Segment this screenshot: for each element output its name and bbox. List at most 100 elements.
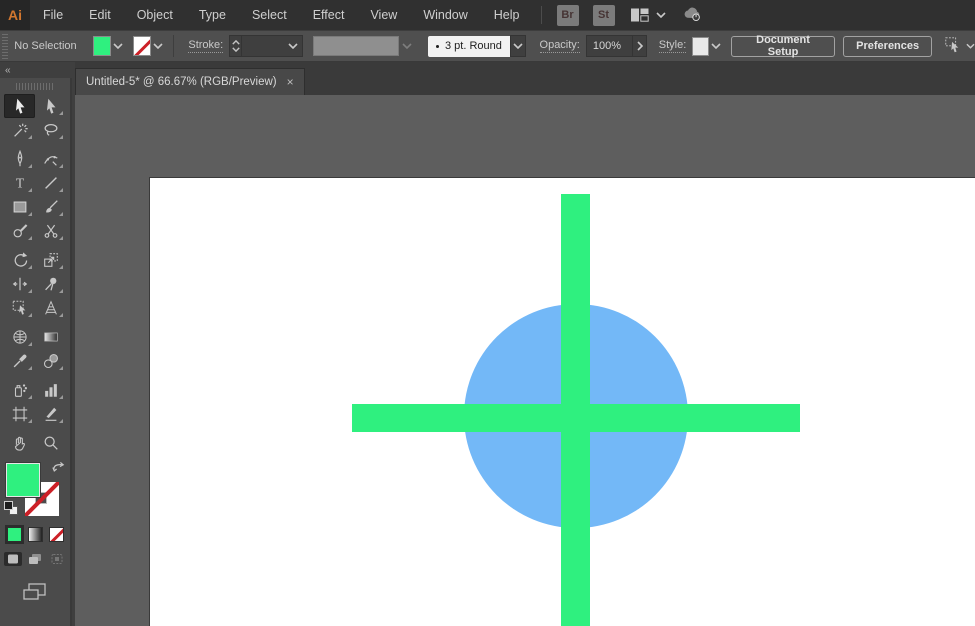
brush-definition-value: 3 pt. Round [444, 40, 502, 52]
variable-width-profile-dropdown [313, 36, 400, 56]
symbol-sprayer-tool[interactable] [4, 378, 35, 402]
toolbar-panel: T [0, 78, 72, 626]
svg-text:T: T [15, 176, 24, 191]
column-graph-tool[interactable] [35, 378, 66, 402]
green-cross-horizontal-bar[interactable] [352, 404, 800, 432]
document-tab[interactable]: Untitled-5* @ 66.67% (RGB/Preview) × [75, 68, 305, 95]
eyedropper-tool[interactable] [4, 349, 35, 373]
draw-mode-buttons [4, 552, 66, 566]
stock-button[interactable]: St [592, 4, 615, 26]
draw-behind-icon[interactable] [26, 552, 44, 566]
opacity-expand-button[interactable] [633, 35, 647, 57]
workspace-switcher-icon[interactable] [630, 5, 650, 25]
screen-mode-icon[interactable] [22, 582, 48, 607]
tab-close-icon[interactable]: × [287, 76, 294, 88]
stroke-none-slash [134, 37, 151, 55]
workspace-chevron-icon[interactable] [655, 12, 666, 18]
default-fill-stroke-icon[interactable] [4, 501, 18, 515]
magic-wand-tool[interactable] [4, 118, 35, 142]
document-tab-bar: Untitled-5* @ 66.67% (RGB/Preview) × [75, 62, 975, 95]
fill-stroke-indicator [4, 461, 66, 519]
select-similar-icon[interactable] [944, 36, 962, 56]
line-segment-tool[interactable] [35, 171, 66, 195]
type-tool[interactable]: T [4, 171, 35, 195]
selection-tool[interactable] [4, 94, 35, 118]
menu-file[interactable]: File [30, 0, 76, 30]
opacity-label[interactable]: Opacity: [539, 39, 580, 53]
selection-status: No Selection [14, 40, 77, 52]
draw-normal-icon[interactable] [4, 552, 22, 566]
paint-mode-buttons [4, 525, 64, 544]
rectangle-tool[interactable] [4, 195, 35, 219]
scale-tool[interactable] [35, 248, 66, 272]
opacity-field[interactable]: 100% [585, 35, 634, 57]
curvature-tool[interactable] [35, 147, 66, 171]
canvas-area[interactable] [75, 95, 975, 626]
bridge-button[interactable]: Br [556, 4, 579, 26]
brush-chevron-button[interactable] [510, 35, 526, 57]
stroke-width-combobox[interactable] [241, 35, 304, 57]
control-bar: No Selection Stroke: 3 pt. Round Opacity… [0, 30, 975, 62]
menu-window[interactable]: Window [410, 0, 480, 30]
stroke-label[interactable]: Stroke: [188, 39, 224, 53]
menu-type[interactable]: Type [186, 0, 239, 30]
menu-view[interactable]: View [357, 0, 410, 30]
slice-tool[interactable] [35, 402, 66, 426]
free-transform-tool[interactable] [4, 296, 35, 320]
blend-tool[interactable] [35, 349, 66, 373]
menubar-separator [540, 6, 542, 24]
illustrator-window: Ai File Edit Object Type Select Effect V… [0, 0, 975, 626]
tool-dock: « T [0, 62, 75, 626]
shaper-tool[interactable] [4, 219, 35, 243]
work-area: Untitled-5* @ 66.67% (RGB/Preview) × [75, 62, 975, 626]
controlbar-grip[interactable] [2, 33, 9, 59]
mesh-tool[interactable] [4, 325, 35, 349]
gradient-button[interactable] [27, 527, 43, 542]
none-button[interactable] [48, 527, 64, 542]
scissors-tool[interactable] [35, 219, 66, 243]
opacity-value: 100% [592, 40, 622, 52]
brush-definition-field[interactable]: 3 pt. Round [427, 35, 511, 57]
menu-bar: Ai File Edit Object Type Select Effect V… [0, 0, 975, 30]
profile-chevron-icon [399, 36, 413, 56]
menu-edit[interactable]: Edit [76, 0, 124, 30]
fill-swatch-chevron-icon[interactable] [111, 36, 125, 56]
fill-color-swatch[interactable] [92, 36, 111, 56]
lasso-tool[interactable] [35, 118, 66, 142]
cc-sync-icon[interactable] [682, 5, 702, 25]
document-setup-button[interactable]: Document Setup [730, 34, 836, 58]
select-similar-chevron-icon[interactable] [966, 43, 975, 49]
zoom-tool[interactable] [35, 431, 66, 455]
stroke-color-swatch[interactable] [133, 36, 152, 56]
menu-select[interactable]: Select [239, 0, 300, 30]
menu-help[interactable]: Help [481, 0, 533, 30]
direct-selection-tool[interactable] [35, 94, 66, 118]
style-swatch[interactable] [692, 36, 709, 56]
perspective-grid-tool[interactable] [35, 296, 66, 320]
style-chevron-icon[interactable] [709, 36, 723, 56]
stroke-width-stepper[interactable] [229, 35, 242, 57]
rotate-tool[interactable] [4, 248, 35, 272]
toolbar-grip[interactable] [16, 83, 54, 90]
color-button[interactable] [4, 525, 24, 544]
gradient-tool[interactable] [35, 325, 66, 349]
swap-fill-stroke-icon[interactable] [51, 461, 66, 475]
stroke-swatch-chevron-icon[interactable] [151, 36, 165, 56]
preferences-button[interactable]: Preferences [843, 35, 933, 57]
pen-tool[interactable] [4, 147, 35, 171]
artboard-tool[interactable] [4, 402, 35, 426]
paintbrush-tool[interactable] [35, 195, 66, 219]
menu-object[interactable]: Object [124, 0, 186, 30]
app-logo[interactable]: Ai [0, 0, 30, 30]
style-label[interactable]: Style: [658, 39, 687, 53]
collapse-panel-icon[interactable]: « [5, 65, 12, 76]
menu-effect[interactable]: Effect [300, 0, 358, 30]
width-tool[interactable] [4, 272, 35, 296]
hand-tool[interactable] [4, 431, 35, 455]
artboard[interactable] [149, 177, 975, 626]
brush-preview-dot [435, 44, 439, 48]
document-tab-title: Untitled-5* @ 66.67% (RGB/Preview) [86, 76, 277, 88]
puppet-warp-tool[interactable] [35, 272, 66, 296]
fill-color-indicator[interactable] [5, 462, 41, 498]
draw-inside-icon[interactable] [48, 552, 66, 566]
